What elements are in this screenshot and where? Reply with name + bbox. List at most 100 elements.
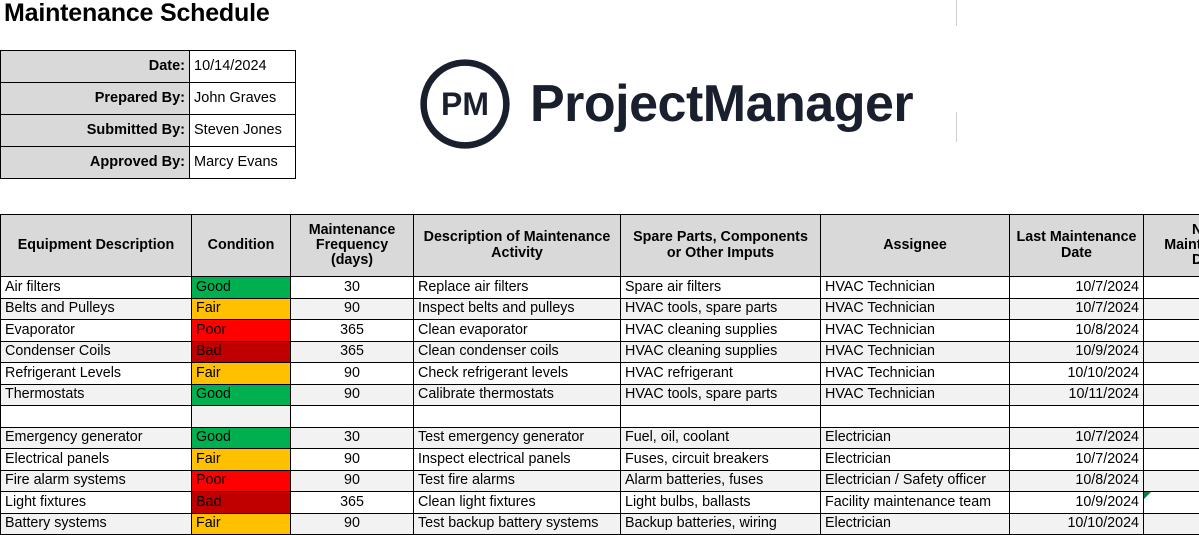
cell-last-maintenance-date[interactable]: 10/10/2024 — [1010, 363, 1144, 385]
cell-last-maintenance-date[interactable]: 10/7/2024 — [1010, 277, 1144, 299]
cell-next-maintenance-date[interactable]: 10/8/2025 — [1144, 320, 1199, 342]
info-value[interactable]: Steven Jones — [190, 115, 296, 147]
cell-assignee[interactable]: Electrician / Safety officer — [821, 470, 1010, 492]
cell-spare-parts[interactable]: HVAC cleaning supplies — [621, 341, 821, 363]
cell-assignee[interactable]: HVAC Technician — [821, 384, 1010, 406]
cell-maintenance-frequency[interactable]: 365 — [291, 320, 414, 342]
cell-maintenance-frequency[interactable]: 365 — [291, 492, 414, 514]
cell-spare-parts[interactable]: Alarm batteries, fuses — [621, 470, 821, 492]
cell-equipment-description[interactable]: Electrical panels — [1, 449, 192, 471]
cell-assignee[interactable]: HVAC Technician — [821, 298, 1010, 320]
cell-spare-parts[interactable]: HVAC refrigerant — [621, 363, 821, 385]
cell-activity-description[interactable]: Clean light fixtures — [414, 492, 621, 514]
cell-condition[interactable]: Fair — [192, 513, 291, 535]
cell-last-maintenance-date[interactable]: 10/7/2024 — [1010, 427, 1144, 449]
cell-assignee[interactable]: HVAC Technician — [821, 320, 1010, 342]
info-value[interactable]: John Graves — [190, 83, 296, 115]
cell-maintenance-frequency[interactable] — [291, 406, 414, 428]
cell-next-maintenance-date[interactable]: 11/6/2024 — [1144, 277, 1199, 299]
cell-next-maintenance-date[interactable]: 1/5/2025 — [1144, 449, 1199, 471]
cell-assignee[interactable]: Facility maintenance team — [821, 492, 1010, 514]
cell-equipment-description[interactable]: Evaporator — [1, 320, 192, 342]
cell-condition[interactable]: Poor — [192, 470, 291, 492]
cell-spare-parts[interactable]: Fuses, circuit breakers — [621, 449, 821, 471]
cell-last-maintenance-date[interactable]: 10/7/2024 — [1010, 298, 1144, 320]
cell-maintenance-frequency[interactable]: 90 — [291, 298, 414, 320]
cell-spare-parts[interactable]: HVAC cleaning supplies — [621, 320, 821, 342]
cell-assignee[interactable]: Electrician — [821, 513, 1010, 535]
cell-condition[interactable]: Good — [192, 277, 291, 299]
cell-spare-parts[interactable]: HVAC tools, spare parts — [621, 384, 821, 406]
cell-activity-description[interactable]: Inspect electrical panels — [414, 449, 621, 471]
cell-equipment-description[interactable] — [1, 406, 192, 428]
info-value[interactable]: 10/14/2024 — [190, 51, 296, 83]
cell-last-maintenance-date[interactable]: 10/9/2024 — [1010, 341, 1144, 363]
cell-spare-parts[interactable]: HVAC tools, spare parts — [621, 298, 821, 320]
cell-spare-parts[interactable]: Spare air filters — [621, 277, 821, 299]
cell-equipment-description[interactable]: Battery systems — [1, 513, 192, 535]
cell-next-maintenance-date[interactable]: 1/6/2025 — [1144, 470, 1199, 492]
cell-equipment-description[interactable]: Emergency generator — [1, 427, 192, 449]
cell-maintenance-frequency[interactable]: 90 — [291, 363, 414, 385]
cell-next-maintenance-date[interactable]: 1/9/2025 — [1144, 384, 1199, 406]
info-value[interactable]: Marcy Evans — [190, 147, 296, 179]
cell-condition[interactable]: Fair — [192, 298, 291, 320]
cell-maintenance-frequency[interactable]: 365 — [291, 341, 414, 363]
cell-condition[interactable] — [192, 406, 291, 428]
cell-assignee[interactable]: HVAC Technician — [821, 277, 1010, 299]
cell-last-maintenance-date[interactable]: 10/11/2024 — [1010, 384, 1144, 406]
cell-last-maintenance-date[interactable]: 10/7/2024 — [1010, 449, 1144, 471]
cell-condition[interactable]: Fair — [192, 449, 291, 471]
cell-next-maintenance-date[interactable] — [1144, 406, 1199, 428]
cell-equipment-description[interactable]: Belts and Pulleys — [1, 298, 192, 320]
cell-next-maintenance-date[interactable]: 1/8/2025 — [1144, 513, 1199, 535]
cell-maintenance-frequency[interactable]: 90 — [291, 513, 414, 535]
cell-condition[interactable]: Bad — [192, 341, 291, 363]
cell-last-maintenance-date[interactable]: 10/10/2024 — [1010, 513, 1144, 535]
cell-equipment-description[interactable]: Condenser Coils — [1, 341, 192, 363]
cell-maintenance-frequency[interactable]: 90 — [291, 470, 414, 492]
cell-activity-description[interactable]: Inspect belts and pulleys — [414, 298, 621, 320]
cell-activity-description[interactable]: Replace air filters — [414, 277, 621, 299]
cell-activity-description[interactable]: Check refrigerant levels — [414, 363, 621, 385]
cell-activity-description[interactable]: Clean condenser coils — [414, 341, 621, 363]
cell-condition[interactable]: Fair — [192, 363, 291, 385]
cell-next-maintenance-date[interactable]: 1/5/2025 — [1144, 298, 1199, 320]
cell-assignee[interactable]: Electrician — [821, 427, 1010, 449]
cell-equipment-description[interactable]: Air filters — [1, 277, 192, 299]
cell-assignee[interactable] — [821, 406, 1010, 428]
cell-assignee[interactable]: HVAC Technician — [821, 363, 1010, 385]
cell-maintenance-frequency[interactable]: 30 — [291, 277, 414, 299]
cell-activity-description[interactable] — [414, 406, 621, 428]
cell-spare-parts[interactable]: Light bulbs, ballasts — [621, 492, 821, 514]
cell-last-maintenance-date[interactable] — [1010, 406, 1144, 428]
cell-activity-description[interactable]: Test emergency generator — [414, 427, 621, 449]
cell-condition[interactable]: Good — [192, 427, 291, 449]
cell-equipment-description[interactable]: Refrigerant Levels — [1, 363, 192, 385]
cell-condition[interactable]: Good — [192, 384, 291, 406]
cell-next-maintenance-date[interactable]: 10/9/2025 — [1144, 341, 1199, 363]
cell-condition[interactable]: Bad — [192, 492, 291, 514]
cell-equipment-description[interactable]: Fire alarm systems — [1, 470, 192, 492]
cell-spare-parts[interactable]: Backup batteries, wiring — [621, 513, 821, 535]
cell-activity-description[interactable]: Clean evaporator — [414, 320, 621, 342]
cell-equipment-description[interactable]: Thermostats — [1, 384, 192, 406]
cell-spare-parts[interactable]: Fuel, oil, coolant — [621, 427, 821, 449]
cell-condition[interactable]: Poor — [192, 320, 291, 342]
cell-maintenance-frequency[interactable]: 30 — [291, 427, 414, 449]
cell-assignee[interactable]: HVAC Technician — [821, 341, 1010, 363]
cell-activity-description[interactable]: Test fire alarms — [414, 470, 621, 492]
cell-last-maintenance-date[interactable]: 10/8/2024 — [1010, 320, 1144, 342]
cell-activity-description[interactable]: Calibrate thermostats — [414, 384, 621, 406]
cell-assignee[interactable]: Electrician — [821, 449, 1010, 471]
cell-next-maintenance-date[interactable]: 10/9/2025 — [1144, 492, 1199, 514]
cell-equipment-description[interactable]: Light fixtures — [1, 492, 192, 514]
cell-maintenance-frequency[interactable]: 90 — [291, 384, 414, 406]
cell-last-maintenance-date[interactable]: 10/8/2024 — [1010, 470, 1144, 492]
cell-next-maintenance-date[interactable]: 11/6/2024 — [1144, 427, 1199, 449]
cell-maintenance-frequency[interactable]: 90 — [291, 449, 414, 471]
cell-next-maintenance-date[interactable]: 1/8/2025 — [1144, 363, 1199, 385]
cell-last-maintenance-date[interactable]: 10/9/2024 — [1010, 492, 1144, 514]
cell-spare-parts[interactable] — [621, 406, 821, 428]
cell-activity-description[interactable]: Test backup battery systems — [414, 513, 621, 535]
